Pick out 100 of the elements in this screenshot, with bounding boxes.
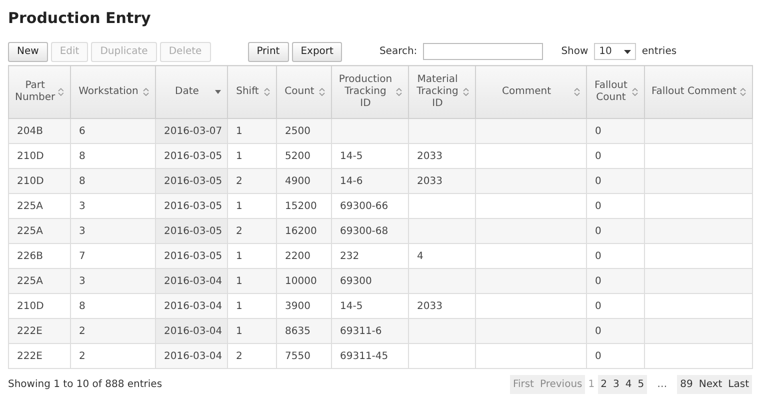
table-cell: 2033 <box>417 176 442 186</box>
table-cell: 3 <box>79 226 86 236</box>
entries-label: entries <box>642 46 677 57</box>
table-cell: 225A <box>17 226 43 236</box>
pagination-link[interactable]: 2 <box>598 375 610 394</box>
table-cell: 2016-03-05 <box>164 250 222 262</box>
table-cell: 1 <box>236 326 242 336</box>
table-cell: 2500 <box>285 126 310 136</box>
table-cell: 0 <box>595 250 602 262</box>
table-cell: 2016-03-04 <box>164 276 222 286</box>
column-header[interactable]: Shift <box>228 66 276 118</box>
search-label: Search: <box>379 46 418 57</box>
table-cell: 232 <box>340 250 360 262</box>
table-cell: 1 <box>236 276 242 286</box>
column-header[interactable]: Count <box>276 66 332 118</box>
table-cell: 14-5 <box>340 300 363 312</box>
table-cell: 0 <box>595 126 602 136</box>
table-cell: 222E <box>17 326 42 336</box>
table-cell: 8 <box>79 300 86 312</box>
column-header[interactable]: Part Number <box>8 66 70 118</box>
table-cell: 69300 <box>340 276 372 286</box>
table-cell: 2 <box>79 350 86 362</box>
table-cell: 10000 <box>285 276 317 286</box>
table-cell: 210D <box>17 176 44 186</box>
table-cell: 69311-45 <box>340 350 388 362</box>
search-field[interactable] <box>423 43 544 60</box>
table-cell: 2 <box>236 176 242 186</box>
table-cell: 15200 <box>285 200 317 212</box>
show-label: Show <box>561 46 588 57</box>
column-header[interactable]: Comment <box>476 66 586 118</box>
entries-select[interactable]: 10 <box>594 43 636 60</box>
pagination-link[interactable]: 89 <box>677 375 696 394</box>
table-cell: 1 <box>236 150 242 162</box>
table-cell: 0 <box>595 150 602 162</box>
page-title: Production Entry <box>8 8 152 28</box>
table-cell: 210D <box>17 150 44 162</box>
export-button[interactable]: Export <box>292 42 342 62</box>
table-cell: 8 <box>79 150 86 162</box>
table-cell: 2016-03-04 <box>164 326 222 336</box>
table-cell: 225A <box>17 200 43 212</box>
table-cell: 2016-03-05 <box>164 176 222 186</box>
pagination-link[interactable]: 3 <box>610 375 622 394</box>
table-cell: 0 <box>595 200 602 212</box>
table-cell: 0 <box>595 276 602 286</box>
table-cell: 1 <box>236 200 242 212</box>
column-header[interactable]: Material Tracking ID <box>408 66 476 118</box>
table-cell: 2016-03-04 <box>164 300 222 312</box>
table-cell: 1 <box>236 126 242 136</box>
table-cell: 2 <box>79 326 86 336</box>
table-cell: 8 <box>79 176 86 186</box>
table-cell: 222E <box>17 350 42 362</box>
table-cell: 225A <box>17 276 43 286</box>
table-cell: 1 <box>236 250 242 262</box>
table-cell: 3900 <box>285 300 310 312</box>
table-cell: 204B <box>17 126 43 136</box>
table-cell: 7 <box>79 250 86 262</box>
table-cell: 14-5 <box>340 150 363 162</box>
table-cell: 14-6 <box>340 176 363 186</box>
column-header[interactable]: Workstation <box>70 66 156 118</box>
column-header[interactable]: Date <box>156 66 228 118</box>
table-cell: 0 <box>595 326 602 336</box>
table-cell: 2200 <box>285 250 310 262</box>
table-cell: 7550 <box>285 350 310 362</box>
column-header[interactable]: Production Tracking ID <box>332 66 408 118</box>
dropdown-caret-icon <box>624 50 631 54</box>
table-cell: 4 <box>417 250 424 262</box>
table-cell: 2016-03-05 <box>164 150 222 162</box>
pagination-ellipsis: … <box>656 378 668 392</box>
table-cell: 0 <box>595 176 602 186</box>
table-cell: 2033 <box>417 150 442 162</box>
table-cell: 2016-03-07 <box>164 126 222 136</box>
table-cell: 8635 <box>285 326 310 336</box>
table-cell: 5200 <box>285 150 310 162</box>
toolbar-button[interactable]: New <box>8 42 48 62</box>
table-cell: 69300-68 <box>340 226 388 236</box>
table-cell: 210D <box>17 300 44 312</box>
export-button[interactable]: Print <box>248 42 289 62</box>
table-cell: 2 <box>236 350 242 362</box>
table-cell: 69300-66 <box>340 200 388 212</box>
column-header[interactable]: Fallout Comment <box>644 66 752 118</box>
table-cell: 2016-03-05 <box>164 226 222 236</box>
table-cell: 16200 <box>285 226 317 236</box>
table-cell: 4900 <box>285 176 310 186</box>
pagination-link[interactable]: 4 <box>622 375 635 394</box>
pagination-link[interactable]: Next <box>696 375 726 394</box>
table-cell: 2016-03-04 <box>164 350 222 362</box>
table-cell: 2016-03-05 <box>164 200 222 212</box>
table-cell: 6 <box>79 126 86 136</box>
table-cell: 69311-6 <box>340 326 382 336</box>
column-header[interactable]: Fallout Count <box>586 66 644 118</box>
pagination-link[interactable]: 5 <box>634 375 648 394</box>
table-cell: 2 <box>236 226 242 236</box>
table-cell: 0 <box>595 350 602 362</box>
table-cell: 3 <box>79 200 86 212</box>
pagination-link[interactable]: Last <box>725 375 752 394</box>
table-cell: 1 <box>236 300 242 312</box>
table-cell: 226B <box>17 250 43 262</box>
table-cell: 0 <box>595 226 602 236</box>
table-cell: 0 <box>595 300 602 312</box>
table-info: Showing 1 to 10 of 888 entries <box>8 379 162 390</box>
